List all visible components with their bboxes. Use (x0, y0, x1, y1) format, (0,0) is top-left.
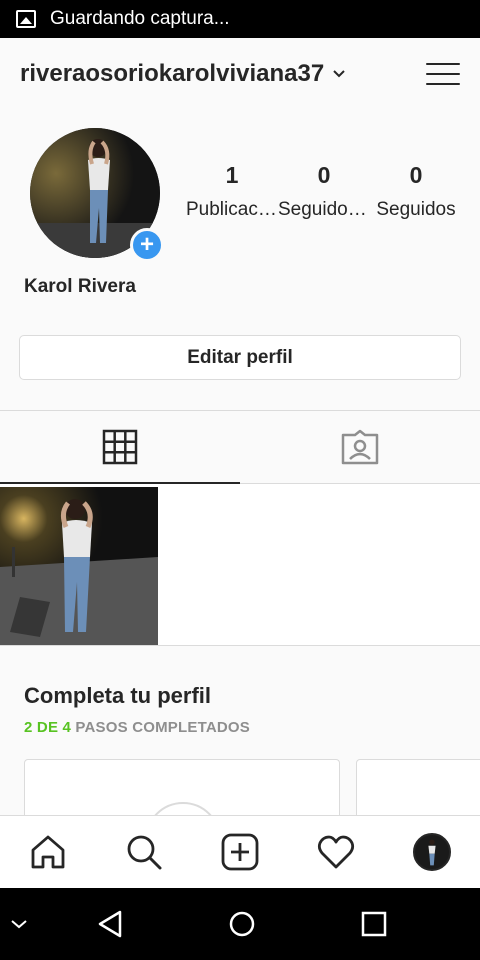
chevron-down-icon[interactable] (332, 67, 346, 81)
complete-profile-progress: 2 DE 4 PASOS COMPLETADOS (24, 719, 250, 736)
add-post-icon (221, 833, 259, 871)
nav-activity[interactable] (288, 834, 384, 870)
profile-stats: 1 Publicaciones 0 Seguidores 0 Seguidos (186, 162, 468, 221)
profile-header: riveraosoriokarolviviana37 (0, 38, 480, 110)
avatar (413, 833, 451, 871)
stat-following[interactable]: 0 Seguidos (370, 162, 462, 221)
following-count: 0 (409, 162, 423, 188)
image-icon (16, 10, 36, 28)
nav-profile[interactable] (384, 833, 480, 871)
posts-count: 1 (225, 162, 239, 188)
following-label: Seguidos (376, 199, 456, 220)
home-circle-icon[interactable] (228, 910, 256, 938)
progress-steps-text: PASOS COMPLETADOS (71, 719, 250, 736)
hamburger-menu-icon[interactable] (426, 59, 460, 89)
chevron-down-icon[interactable] (8, 914, 30, 934)
stat-followers[interactable]: 0 Seguidores (278, 162, 370, 221)
bottom-navigation (0, 815, 480, 888)
complete-profile-section: Completa tu perfil 2 DE 4 PASOS COMPLETA… (24, 683, 250, 736)
back-icon[interactable] (96, 909, 126, 939)
nav-home[interactable] (0, 833, 96, 871)
profile-full-name: Karol Rivera (24, 276, 136, 297)
home-icon (31, 835, 65, 869)
status-bar: Guardando captura... (0, 0, 480, 38)
add-story-button[interactable]: + (130, 228, 164, 262)
system-navigation-bar (0, 888, 480, 960)
complete-profile-title: Completa tu perfil (24, 683, 212, 708)
followers-count: 0 (317, 162, 331, 188)
tagged-photos-icon (341, 429, 379, 465)
heart-icon (317, 835, 355, 869)
edit-profile-button[interactable]: Editar perfil (19, 335, 461, 380)
stat-posts[interactable]: 1 Publicaciones (186, 162, 278, 221)
search-icon (127, 835, 162, 870)
profile-tabs (0, 410, 480, 484)
tab-tagged[interactable] (240, 411, 480, 483)
nav-new-post[interactable] (192, 833, 288, 871)
posts-grid (0, 484, 480, 646)
username[interactable]: riveraosoriokarolviviana37 (20, 60, 324, 88)
followers-label: Seguidores (278, 199, 370, 220)
grid-icon (102, 429, 138, 465)
post-thumbnail[interactable] (0, 487, 158, 645)
tab-grid[interactable] (0, 411, 240, 484)
posts-label: Publicaciones (186, 199, 278, 220)
nav-search[interactable] (96, 833, 192, 871)
recent-apps-icon[interactable] (361, 911, 387, 937)
progress-steps-done: 2 DE 4 (24, 719, 72, 736)
status-text: Guardando captura... (50, 8, 230, 29)
